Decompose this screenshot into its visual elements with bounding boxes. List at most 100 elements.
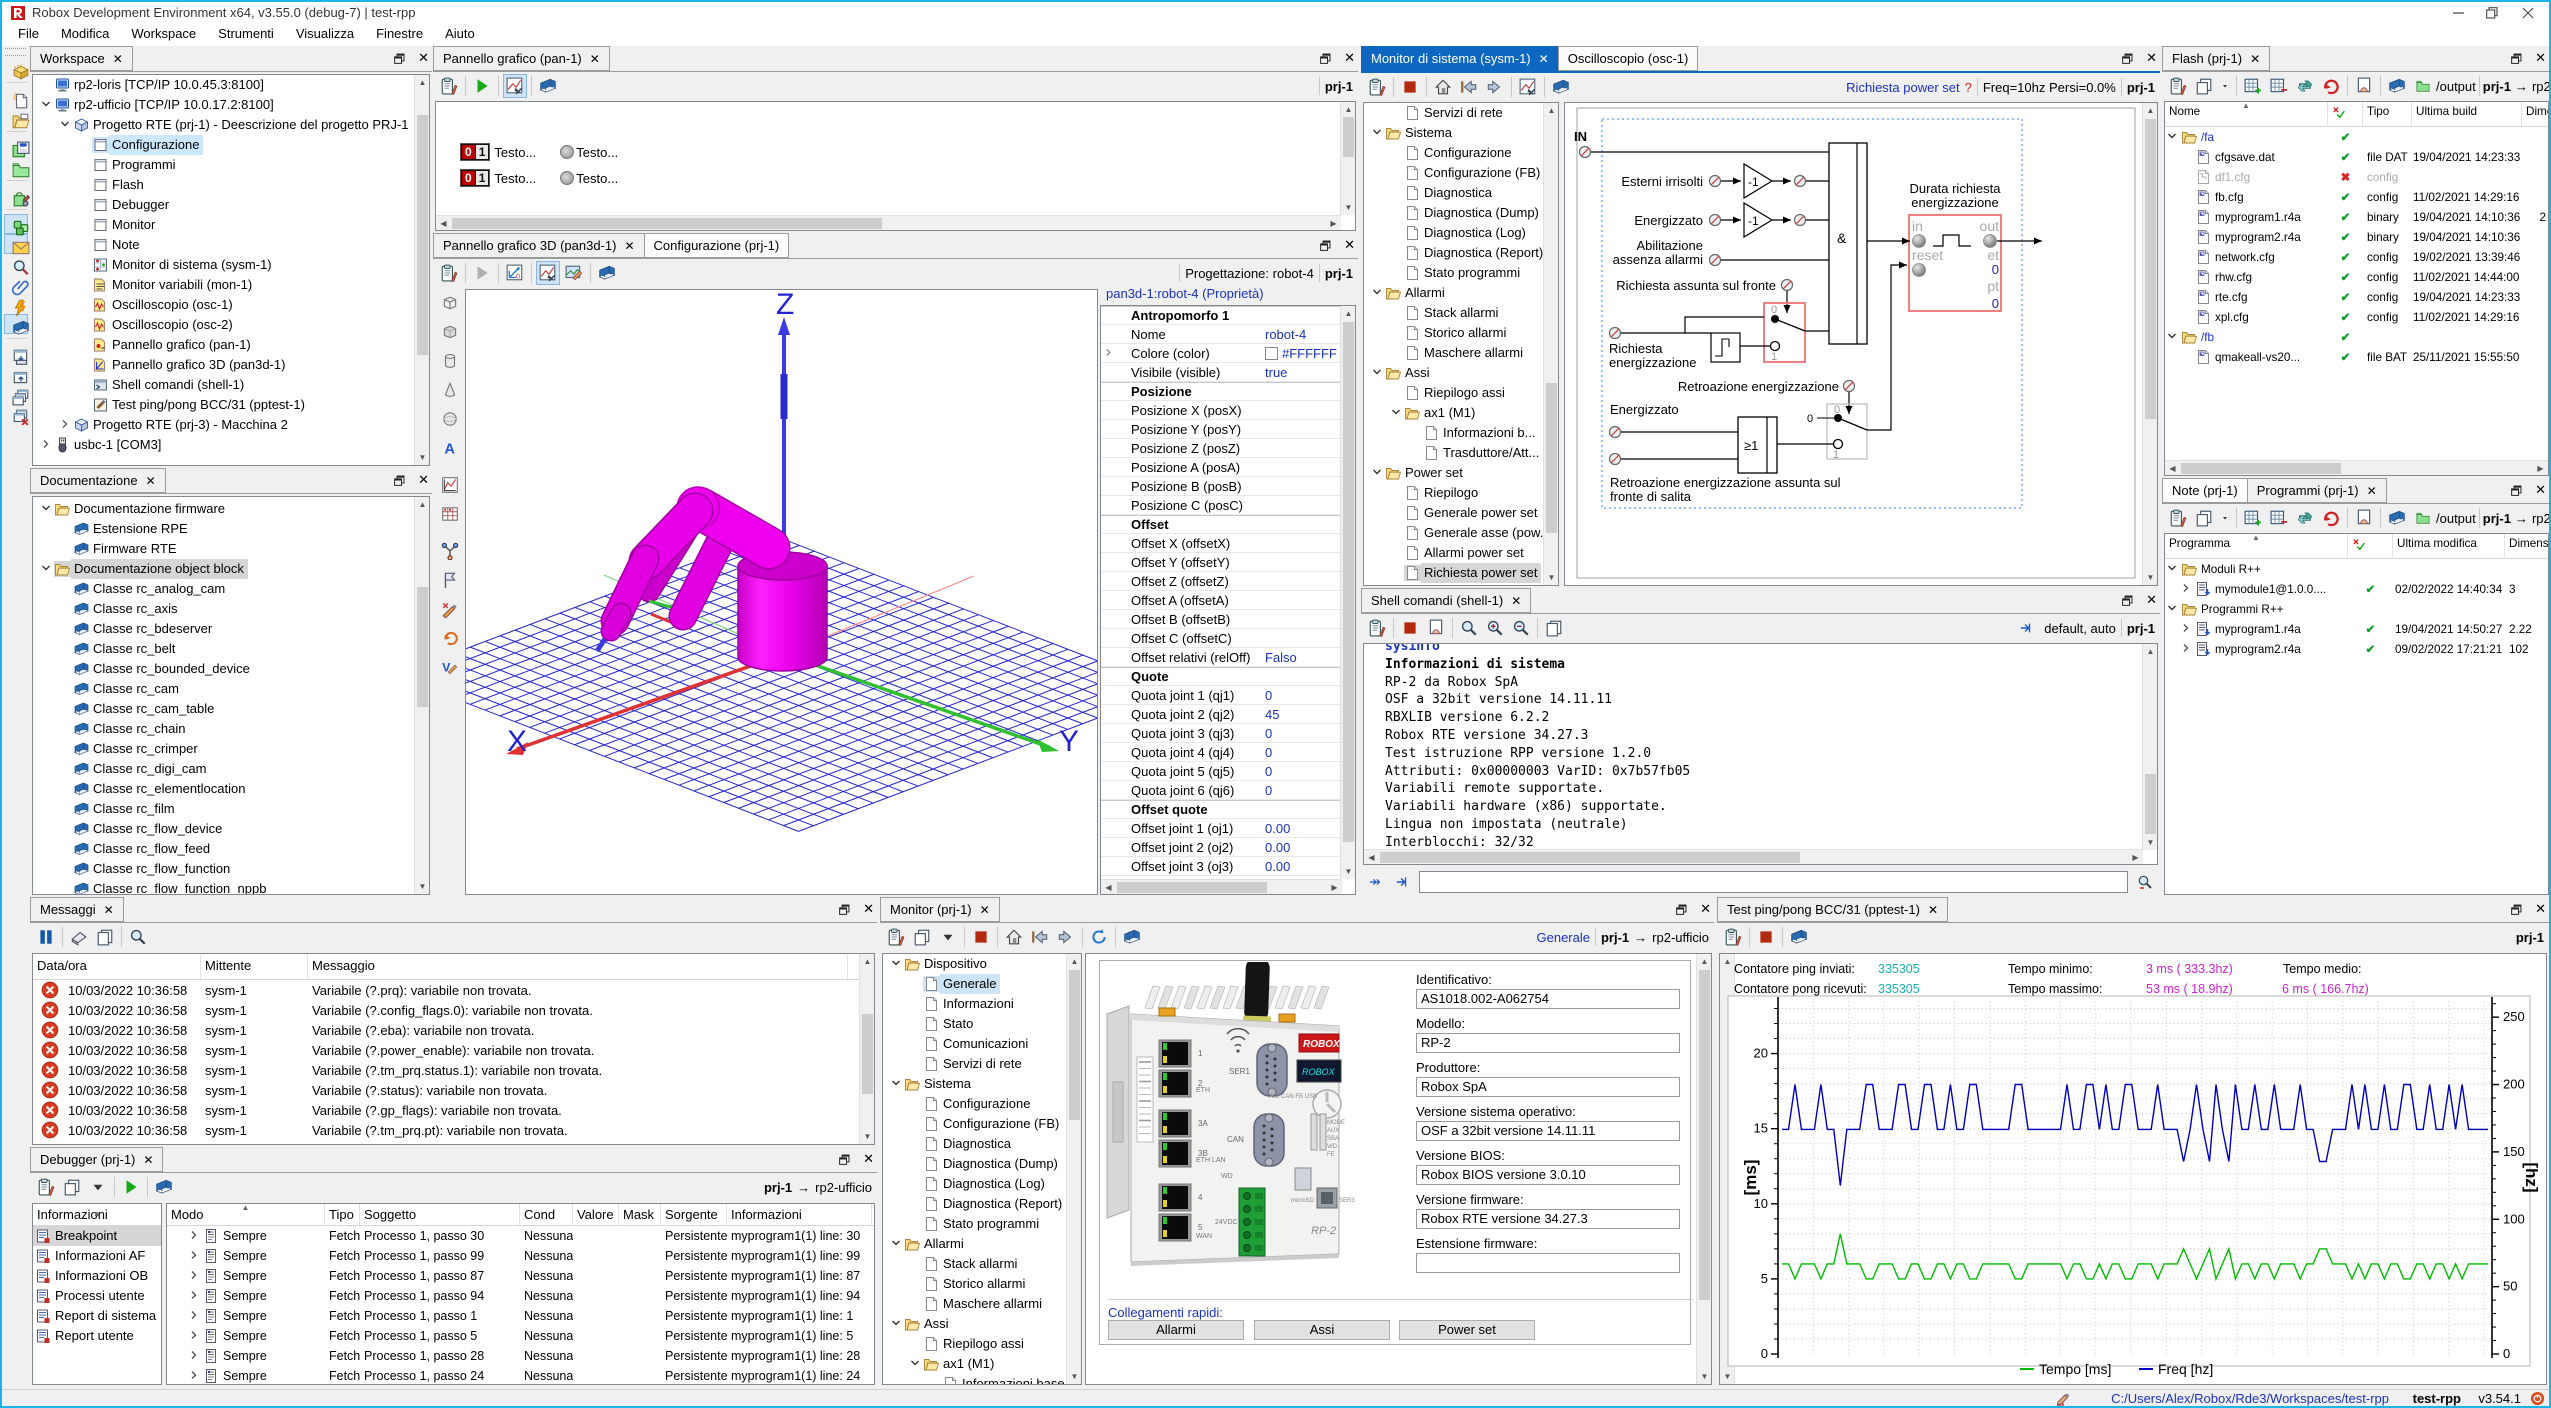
tool-sphere-button[interactable] (437, 407, 463, 434)
file-row[interactable]: qmakeall-vs20...✔file BAT25/11/2021 15:5… (2165, 347, 2548, 367)
book-icon[interactable] (1549, 75, 1573, 99)
close-icon[interactable]: ✕ (980, 898, 990, 922)
navleft-icon[interactable] (1457, 75, 1481, 99)
menu-modifica[interactable]: Modifica (50, 24, 120, 43)
column-header[interactable]: Dimensio (2505, 534, 2549, 558)
close-panel-icon[interactable]: ✕ (2146, 50, 2157, 66)
scroll-arrow[interactable]: ▲ (2143, 644, 2158, 659)
close-icon[interactable]: ✕ (1511, 589, 1521, 613)
tree-item-ax1-m1-[interactable]: ax1 (M1) (883, 1354, 1081, 1374)
digital-counter[interactable]: 01 (460, 143, 490, 161)
close-button[interactable] (2511, 2, 2545, 24)
close-panel-icon[interactable]: ✕ (2146, 592, 2157, 608)
property-row[interactable]: Quota joint 3 (qj3)0 (1101, 724, 1355, 743)
tree-item-configurazione[interactable]: Configurazione (1364, 143, 1558, 163)
tree-item-stato[interactable]: Stato (883, 1014, 1081, 1034)
clipboard-icon[interactable] (884, 925, 908, 949)
tree-item-diagnostica-dump-[interactable]: Diagnostica (Dump) (1364, 203, 1558, 223)
tree-item-rp2-ufficio-tcp-ip-10-0-17-2-8100-[interactable]: rp2-ufficio [TCP/IP 10.0.17.2:8100] (33, 95, 429, 115)
float-panel-icon[interactable] (2510, 484, 2523, 497)
tree-item-informazioni-b-[interactable]: Informazioni b... (1364, 423, 1558, 443)
cascade-x-button[interactable] (4, 403, 28, 423)
stop-icon[interactable] (969, 925, 993, 949)
property-value[interactable]: 0 (1265, 783, 1272, 798)
tab-programmi-prj-1-[interactable]: Programmi (prj-1)✕ (2247, 478, 2387, 503)
scrollbar[interactable]: ▲▼ (859, 954, 874, 1144)
tree-item-storico-allarmi[interactable]: Storico allarmi (883, 1274, 1081, 1294)
scroll-arrow[interactable]: ▼ (2143, 570, 2158, 585)
close-icon[interactable]: ✕ (1928, 898, 1938, 922)
float-panel-icon[interactable] (393, 474, 406, 487)
chevron-down-icon[interactable] (887, 1318, 904, 1331)
scrollbar[interactable]: ▲▼ (1340, 306, 1355, 879)
scroll-arrow[interactable]: ▲ (860, 954, 875, 969)
breakpoint-row[interactable]: SempreFetchProcesso 1, passo 87NessunaPe… (167, 1266, 874, 1286)
message-row[interactable]: 10/03/2022 10:36:58sysm-1Variabile (?.co… (33, 1000, 874, 1020)
pan3d-viewport[interactable]: XYZ (465, 289, 1098, 895)
tree-item-classe-rc-belt[interactable]: Classe rc_belt (33, 639, 429, 659)
menu-finestre[interactable]: Finestre (365, 24, 434, 43)
message-row[interactable]: 10/03/2022 10:36:58sysm-1Variabile (?.pr… (33, 980, 874, 1000)
column-header[interactable]: Modo▲ (167, 1204, 325, 1225)
tree-item-configurazione[interactable]: Configurazione (33, 135, 429, 155)
magdown-icon[interactable] (1509, 616, 1533, 640)
tree-item-documentazione-object-block[interactable]: Documentazione object block (33, 559, 429, 579)
imgedit-icon[interactable] (562, 261, 586, 285)
float-panel-icon[interactable] (1319, 52, 1332, 65)
tree-item-diagnostica[interactable]: Diagnostica (883, 1134, 1081, 1154)
property-value[interactable]: 0 (1265, 764, 1272, 779)
tree-item-diagnostica-report-[interactable]: Diagnostica (Report) (1364, 243, 1558, 263)
close-panel-icon[interactable]: ✕ (1700, 901, 1711, 917)
chevron-down-icon[interactable] (1368, 467, 1385, 480)
clip-button[interactable] (4, 274, 28, 294)
field-value-modello-[interactable]: RP-2 (1416, 1033, 1680, 1053)
float-panel-icon[interactable] (2510, 903, 2523, 916)
tree-item-diagnostica[interactable]: Diagnostica (1364, 183, 1558, 203)
property-row[interactable]: Offset joint 1 (oj1)0.00 (1101, 819, 1355, 838)
tab-configurazione-prj-1-[interactable]: Configurazione (prj-1) (644, 233, 790, 258)
tool-cubes-button[interactable] (437, 320, 463, 347)
bolt-button[interactable] (4, 294, 28, 314)
folder-green-button[interactable] (4, 156, 28, 176)
float-panel-icon[interactable] (2121, 594, 2134, 607)
book-icon[interactable] (1120, 925, 1144, 949)
exec-icon[interactable] (1390, 870, 1414, 894)
tree-item-classe-rc-flow-device[interactable]: Classe rc_flow_device (33, 819, 429, 839)
tree-item-servizi-di-rete[interactable]: Servizi di rete (1364, 103, 1558, 123)
scroll-arrow[interactable]: ▼ (415, 879, 430, 894)
column-header[interactable]: Mittente (201, 954, 308, 979)
column-header[interactable] (2348, 534, 2393, 558)
tree-item-sistema[interactable]: Sistema (1364, 123, 1558, 143)
tab-pannello-grafico-3d-pan3d-1-[interactable]: Pannello grafico 3D (pan3d-1)✕ (433, 233, 645, 258)
pages-icon[interactable] (910, 925, 934, 949)
navright-icon[interactable] (1054, 925, 1078, 949)
file-row[interactable]: network.cfg✔config19/02/2021 13:39:46 (2165, 247, 2548, 267)
tree-item-classe-rc-bdeserver[interactable]: Classe rc_bdeserver (33, 619, 429, 639)
debug-category-informazioni-ob[interactable]: Informazioni OB (33, 1266, 161, 1286)
chartsel-icon[interactable] (503, 74, 527, 98)
menu-visualizza[interactable]: Visualizza (285, 24, 365, 43)
book-icon[interactable] (595, 261, 619, 285)
tree-item-stato-programmi[interactable]: Stato programmi (1364, 263, 1558, 283)
toolbag-button[interactable] (4, 185, 28, 205)
tab-monitor[interactable]: Monitor (prj-1)✕ (880, 897, 1000, 922)
handpage-icon[interactable] (2352, 74, 2376, 98)
tool-atext-button[interactable] (437, 436, 463, 463)
tree-item-classe-rc-axis[interactable]: Classe rc_axis (33, 599, 429, 619)
property-row[interactable]: Posizione Z (posZ) (1101, 439, 1355, 458)
column-header[interactable]: Messaggio (308, 954, 848, 979)
quick-link-power-set[interactable]: Power set (1399, 1320, 1535, 1340)
close-icon[interactable]: ✕ (146, 469, 156, 493)
close-icon[interactable]: ✕ (590, 47, 600, 71)
gridrem-icon[interactable] (2267, 74, 2291, 98)
property-value[interactable]: true (1265, 365, 1287, 380)
close-icon[interactable]: ✕ (2250, 47, 2260, 71)
float-panel-icon[interactable] (2121, 52, 2134, 65)
chevron-down-icon[interactable] (1368, 127, 1385, 140)
chevron-down-icon[interactable] (887, 1238, 904, 1251)
tree-item-allarmi[interactable]: Allarmi (883, 1234, 1081, 1254)
chevron-down-icon[interactable] (1387, 407, 1404, 420)
tree-item-classe-rc-elementlocation[interactable]: Classe rc_elementlocation (33, 779, 429, 799)
play-icon[interactable] (470, 74, 494, 98)
scroll-thumb[interactable] (2145, 119, 2156, 419)
